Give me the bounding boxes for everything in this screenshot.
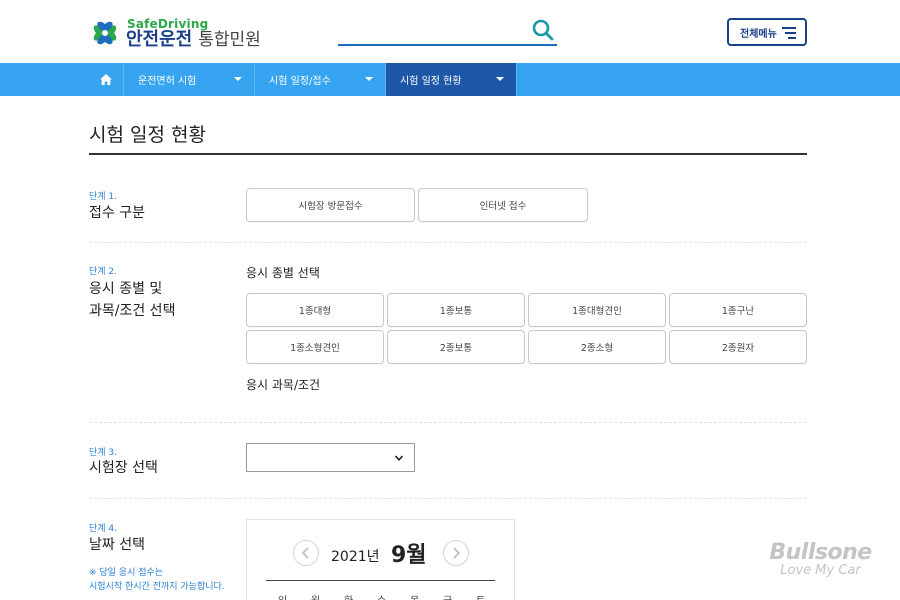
page-title: 시험 일정 현황 [89,124,206,146]
nav-item-label: 시험 일정/접수 [269,76,331,87]
next-month-button[interactable] [443,540,469,566]
nav-item-label: 시험 일정 현황 [400,76,462,87]
step4-label: 단계 4. [89,524,118,534]
internet-apply-button[interactable]: 인터넷 접수 [418,188,588,222]
chevron-left-icon [301,547,309,559]
license-option[interactable]: 1종대형 [246,293,384,327]
site-logo[interactable]: SafeDriving 안전운전 통합민원 [88,16,261,50]
step4-title: 날짜 선택 [89,537,145,553]
nav-item-schedule-apply[interactable]: 시험 일정/접수 [255,63,386,96]
step2-label: 단계 2. [89,267,118,277]
nav-item-label: 운전면허 시험 [138,76,197,87]
weekday-label: 수 [377,592,386,600]
clover-logo-icon [88,16,122,50]
weekday-label: 일 [278,592,287,600]
main-nav: 운전면허 시험 시험 일정/접수 시험 일정 현황 [0,63,900,96]
watermark-brand: Bullsone [769,540,872,565]
calendar-month: 9월 [391,543,427,568]
license-option[interactable]: 2종원자 [669,330,807,364]
title-divider [89,153,807,155]
logo-subtitle: 통합민원 [198,29,261,50]
date-calendar: 2021년 9월 일 월 화 수 목 금 토 [246,519,515,600]
step2-title-line1: 응시 종별 및 [89,281,163,297]
section-divider [89,242,807,243]
site-header: SafeDriving 안전운전 통합민원 전체메뉴 [0,0,900,63]
search-input[interactable] [338,18,557,46]
test-center-select[interactable] [246,443,415,472]
step1-title: 접수 구분 [89,205,145,221]
license-option[interactable]: 1종소형견인 [246,330,384,364]
license-type-heading: 응시 종별 선택 [246,266,320,280]
weekday-label: 금 [443,592,452,600]
weekday-label: 목 [410,592,419,600]
section-divider [89,422,807,423]
weekday-label: 월 [311,592,320,600]
caret-down-icon [365,77,373,81]
prev-month-button[interactable] [293,540,319,566]
all-menu-button[interactable]: 전체메뉴 [727,18,807,46]
nav-item-schedule-status[interactable]: 시험 일정 현황 [386,63,517,96]
all-menu-label: 전체메뉴 [740,28,777,40]
license-option[interactable]: 2종보통 [387,330,525,364]
calendar-year: 2021년 [331,549,380,565]
chevron-down-icon [394,455,404,461]
visit-apply-button[interactable]: 시험장 방문접수 [246,188,415,222]
same-day-note-line1: ※ 당일 응시 접수는 [89,568,164,578]
step2-title-line2: 과목/조건 선택 [89,303,176,319]
logo-tagline: SafeDriving [127,16,209,31]
nav-item-exam[interactable]: 운전면허 시험 [124,63,255,96]
calendar-divider [266,580,495,581]
nav-home-button[interactable] [88,63,124,96]
step3-title: 시험장 선택 [89,460,158,476]
section-divider [89,498,807,499]
caret-down-icon [234,77,242,81]
weekday-label: 화 [344,592,353,600]
license-option[interactable]: 1종보통 [387,293,525,327]
caret-down-icon [496,77,504,81]
step1-label: 단계 1. [89,192,118,202]
search-icon[interactable] [531,18,555,42]
license-option[interactable]: 1종대형견인 [528,293,666,327]
watermark-slogan: Love My Car [780,563,861,578]
logo-brand: 안전운전 [126,28,193,50]
license-option[interactable]: 1종구난 [669,293,807,327]
weekday-label: 토 [476,592,485,600]
chevron-right-icon [453,547,461,559]
home-icon [99,74,112,85]
license-option[interactable]: 2종소형 [528,330,666,364]
same-day-note-line2: 시험시작 한시간 전까지 가능합니다. [89,582,225,592]
bullsone-watermark: Bullsone Love My Car [758,540,883,578]
subject-condition-heading: 응시 과목/조건 [246,378,321,392]
hamburger-icon [782,27,796,39]
